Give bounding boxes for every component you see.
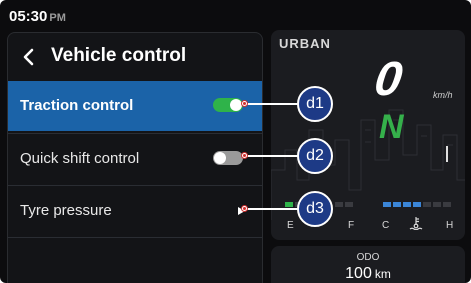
traction-control-toggle[interactable] (213, 98, 243, 112)
temp-segment (423, 202, 431, 207)
temp-segment (443, 202, 451, 207)
menu-header: Vehicle control (8, 33, 262, 81)
menu-item-label: Quick shift control (20, 150, 140, 167)
fuel-segment (345, 202, 353, 207)
odometer-reading: 100 km (271, 265, 465, 283)
temp-segment (413, 202, 421, 207)
temp-segment (433, 202, 441, 207)
quick-shift-toggle[interactable] (213, 151, 243, 165)
odometer-value: 100 (345, 265, 372, 282)
rpm-indicator-bar (446, 146, 448, 162)
temp-segment (393, 202, 401, 207)
vehicle-control-menu: Vehicle control Traction control Quick s… (7, 32, 263, 283)
ride-mode-label: URBAN (279, 36, 331, 51)
coolant-temperature-icon (409, 217, 423, 230)
temp-segment (383, 202, 391, 207)
callout-leader-line (244, 155, 298, 157)
callout-anchor-dot (241, 152, 248, 159)
fuel-full-label: F (348, 220, 355, 231)
toggle-knob (214, 152, 226, 164)
clock-time: 05:30 (9, 8, 48, 25)
odometer-unit: km (374, 267, 391, 281)
back-arrow-icon[interactable] (22, 47, 34, 67)
menu-item-label: Traction control (20, 97, 134, 114)
callout-anchor-dot (241, 100, 248, 107)
callout-leader-line (244, 103, 298, 105)
clock-ampm: PM (49, 12, 66, 24)
callout-d2: d2 (297, 138, 333, 174)
fuel-segment (285, 202, 293, 207)
menu-item-label: Tyre pressure (20, 202, 112, 219)
speed-unit: km/h (433, 90, 453, 100)
temp-hot-label: H (446, 220, 454, 231)
callout-leader-line (244, 208, 298, 210)
temp-cold-label: C (382, 220, 390, 231)
callout-d1: d1 (297, 86, 333, 122)
temp-segment (403, 202, 411, 207)
fuel-segment (335, 202, 343, 207)
screen-frame: 05:30 PM Vehicle control Traction control… (0, 0, 471, 283)
fuel-empty-label: E (287, 220, 294, 231)
menu-item-quick-shift-control[interactable]: Quick shift control (8, 133, 262, 183)
toggle-knob (230, 99, 242, 111)
gear-indicator: N (379, 108, 404, 146)
odometer-label: ODO (356, 252, 380, 263)
status-clock: 05:30 PM (9, 8, 66, 25)
menu-item-traction-control[interactable]: Traction control (8, 81, 262, 131)
temperature-gauge (383, 202, 461, 210)
menu-item-tyre-pressure[interactable]: Tyre pressure (8, 185, 262, 235)
odometer-panel: ODO 100 km (271, 246, 465, 283)
menu-item-empty (8, 237, 262, 283)
callout-anchor-dot (241, 205, 248, 212)
callout-d3: d3 (297, 191, 333, 227)
page-title: Vehicle control (51, 45, 187, 66)
